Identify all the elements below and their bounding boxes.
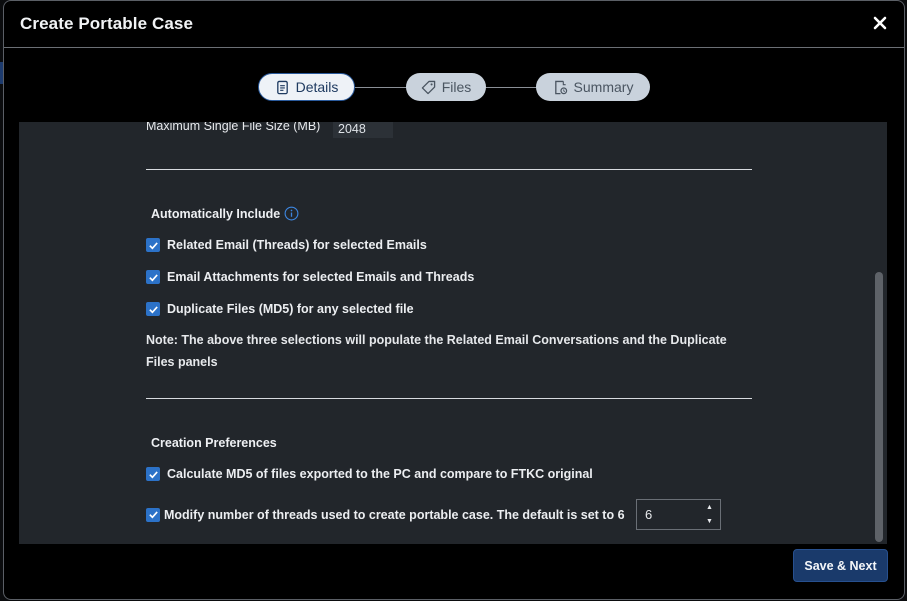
- close-icon: [873, 16, 887, 30]
- step-connector: [354, 87, 408, 88]
- modify-threads-label: Modify number of threads used to create …: [164, 507, 625, 522]
- details-content-panel[interactable]: Maximum Single File Size (MB) Automatica…: [19, 122, 887, 544]
- calculate-md5-checkbox[interactable]: [146, 467, 160, 481]
- threads-stepper[interactable]: ▲ ▼: [636, 499, 721, 530]
- step-details[interactable]: Details: [258, 73, 355, 101]
- checkmark-icon: [148, 305, 158, 313]
- close-button[interactable]: [870, 13, 890, 33]
- step-connector: [484, 87, 538, 88]
- option-calculate-md5[interactable]: Calculate MD5 of files exported to the P…: [146, 467, 593, 481]
- auto-include-section-title: Automatically Include: [151, 206, 299, 221]
- creation-preferences-title: Creation Preferences: [151, 436, 277, 450]
- checkmark-icon: [148, 470, 158, 478]
- step-files-label: Files: [441, 79, 472, 95]
- email-attachments-label: Email Attachments for selected Emails an…: [167, 270, 475, 284]
- auto-include-title: Automatically Include: [151, 206, 281, 221]
- increment-button[interactable]: ▲: [699, 500, 720, 515]
- info-icon[interactable]: [284, 206, 299, 221]
- checkmark-icon: [148, 241, 158, 249]
- modify-threads-checkbox[interactable]: [146, 507, 160, 522]
- related-email-label: Related Email (Threads) for selected Ema…: [167, 238, 427, 252]
- step-files[interactable]: Files: [406, 73, 486, 101]
- dialog-header: Create Portable Case: [4, 1, 904, 48]
- scrollbar-thumb[interactable]: [875, 272, 883, 542]
- save-next-button[interactable]: Save & Next: [793, 549, 888, 582]
- option-related-email[interactable]: Related Email (Threads) for selected Ema…: [146, 238, 427, 252]
- dialog-title: Create Portable Case: [20, 14, 194, 33]
- option-email-attachments[interactable]: Email Attachments for selected Emails an…: [146, 270, 474, 284]
- wizard-stepper: Details Files Summary: [4, 73, 904, 103]
- related-email-checkbox[interactable]: [146, 238, 160, 252]
- checkmark-icon: [148, 273, 158, 281]
- step-details-label: Details: [295, 79, 339, 95]
- max-file-size-input[interactable]: [333, 122, 393, 138]
- max-file-size-label: Maximum Single File Size (MB): [146, 122, 321, 133]
- caret-down-icon: ▼: [706, 518, 713, 526]
- step-summary[interactable]: Summary: [536, 73, 650, 101]
- option-modify-threads[interactable]: Modify number of threads used to create …: [146, 499, 625, 530]
- summary-document-icon: [554, 80, 567, 94]
- create-portable-case-dialog: Create Portable Case Details Files Summa…: [3, 0, 905, 600]
- duplicate-files-checkbox[interactable]: [146, 302, 160, 316]
- auto-include-note: Note: The above three selections will po…: [146, 333, 727, 369]
- duplicate-files-label: Duplicate Files (MD5) for any selected f…: [167, 302, 414, 316]
- threads-number-input[interactable]: [637, 500, 699, 529]
- decrement-button[interactable]: ▼: [699, 515, 720, 530]
- threads-spin-buttons: ▲ ▼: [699, 500, 720, 529]
- checkmark-icon: [148, 511, 158, 519]
- step-summary-label: Summary: [573, 79, 634, 95]
- section-divider: [146, 398, 752, 399]
- option-duplicate-files[interactable]: Duplicate Files (MD5) for any selected f…: [146, 302, 414, 316]
- scrollbar-track[interactable]: [873, 122, 887, 544]
- section-divider: [146, 169, 752, 170]
- email-attachments-checkbox[interactable]: [146, 270, 160, 284]
- tag-icon: [421, 80, 435, 94]
- caret-up-icon: ▲: [706, 503, 713, 511]
- document-icon: [276, 80, 288, 94]
- calculate-md5-label: Calculate MD5 of files exported to the P…: [167, 467, 593, 481]
